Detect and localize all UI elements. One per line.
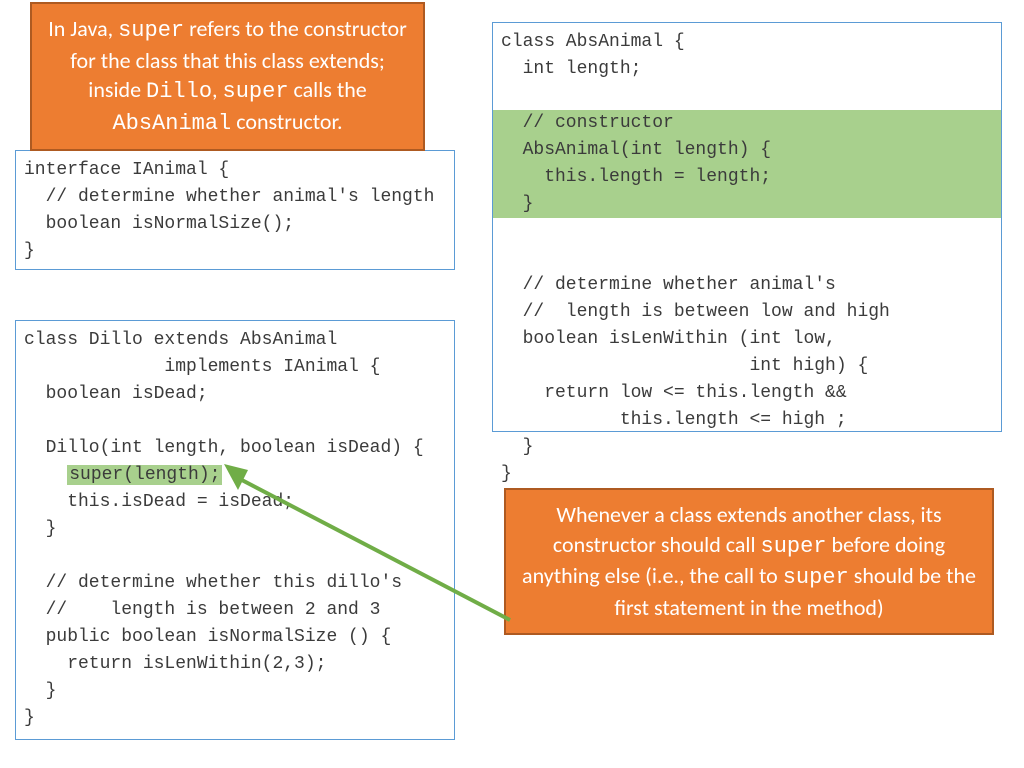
code-line [24,465,67,485]
code-line: public boolean isNormalSize () { [24,627,391,647]
code-line: } [501,464,512,484]
code-line: } [24,519,56,539]
highlight-constructor-block: // constructor AbsAnimal(int length) { t… [493,110,1001,218]
code-token: super [223,79,289,104]
code-token: super [783,565,849,590]
code-line: boolean isDead; [24,384,208,404]
text: In Java, [48,15,118,42]
code-token: super [761,534,827,559]
code-line: interface IAnimal { // determine whether… [24,160,434,261]
code-line: AbsAnimal(int length) { [501,140,771,160]
code-line: // constructor [501,113,674,133]
text: , [212,76,222,103]
code-line: int length; [501,59,641,79]
code-line: } [501,437,533,457]
code-line: this.length <= high ; [501,410,847,430]
code-line: // determine whether animal's [501,275,836,295]
code-line: } [24,708,35,728]
code-line: implements IAnimal { [24,357,380,377]
code-class-dillo: class Dillo extends AbsAnimal implements… [15,320,455,740]
code-line: } [501,194,533,214]
code-line: } [24,681,56,701]
highlight-super-call: super(length); [67,465,222,485]
code-token: AbsAnimal [112,111,231,136]
code-line: // determine whether this dillo's [24,573,402,593]
code-interface-ianimal: interface IAnimal { // determine whether… [15,150,455,270]
text: calls the [289,76,367,103]
code-line: boolean isLenWithin (int low, [501,329,836,349]
callout-super-explanation: In Java, super refers to the constructor… [30,2,425,151]
code-class-absanimal: class AbsAnimal { int length; // constru… [492,22,1002,432]
code-line: // length is between low and high [501,302,890,322]
code-line: this.isDead = isDead; [24,492,294,512]
code-line: int high) { [501,356,868,376]
code-token: super [118,18,184,43]
code-line: // length is between 2 and 3 [24,600,380,620]
code-line: return isLenWithin(2,3); [24,654,326,674]
code-token: Dillo [146,79,212,104]
code-line: class Dillo extends AbsAnimal [24,330,337,350]
code-line: return low <= this.length && [501,383,847,403]
code-line: Dillo(int length, boolean isDead) { [24,438,424,458]
text: constructor. [231,108,342,135]
callout-super-rule: Whenever a class extends another class, … [504,488,994,635]
code-line: class AbsAnimal { [501,32,685,52]
code-line: this.length = length; [501,167,771,187]
